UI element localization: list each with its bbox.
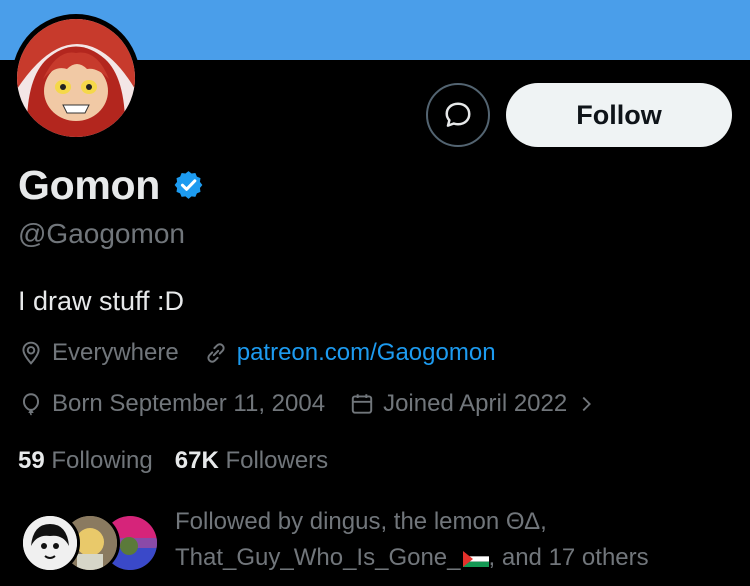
location-text: Everywhere: [52, 339, 179, 366]
calendar-icon: [351, 394, 373, 414]
display-name: Gomon: [18, 162, 160, 208]
followed-by-text[interactable]: Followed by dingus, the lemon ΘΔ, That_G…: [175, 504, 649, 576]
verified-badge-icon[interactable]: [172, 169, 205, 202]
chevron-right-icon[interactable]: [575, 393, 597, 415]
profile-stats: 59 Following 67K Followers: [18, 447, 328, 475]
follow-button[interactable]: Follow: [506, 83, 732, 147]
followers-count: 67K: [174, 447, 219, 474]
followers-stat[interactable]: 67K Followers: [175, 447, 328, 475]
profile-handle: @Gaogomon: [18, 218, 185, 249]
follower-avatar-image: [23, 516, 77, 570]
followed-by-name: That_Guy_Who_Is_Gone_: [175, 544, 461, 571]
balloon-icon: [22, 393, 40, 416]
followers-label: Followers: [225, 447, 329, 474]
website-link[interactable]: patreon.com/Gaogomon: [237, 339, 496, 367]
following-stat[interactable]: 59 Following: [18, 447, 153, 475]
name-row: Gomon: [18, 162, 205, 209]
birthday-text: Born September 11, 2004: [52, 390, 326, 417]
location-pin-icon: [22, 341, 40, 365]
location-item: Everywhere: [18, 339, 179, 367]
profile-meta-row-2: Born September 11, 2004 Joined April 202…: [18, 390, 621, 418]
avatar-image: [17, 19, 135, 137]
joined-item[interactable]: Joined April 2022: [349, 390, 597, 418]
following-count: 59: [18, 447, 45, 474]
followed-by-avatars[interactable]: [20, 513, 160, 573]
followed-by-suffix: , and 17 others: [488, 544, 649, 571]
following-label: Following: [51, 447, 153, 474]
message-icon: [445, 102, 471, 127]
birthday-item: Born September 11, 2004: [18, 390, 325, 418]
profile-meta-row-1: Everywhere patreon.com/Gaogomon: [18, 339, 520, 367]
profile-bio: I draw stuff :D: [18, 286, 185, 316]
follower-avatar[interactable]: [20, 513, 80, 573]
joined-text: Joined April 2022: [383, 390, 568, 417]
website-item[interactable]: patreon.com/Gaogomon: [203, 339, 496, 367]
palestine-flag-icon: [462, 550, 489, 567]
profile-avatar[interactable]: [12, 14, 140, 142]
message-button[interactable]: [426, 83, 490, 147]
followed-by-line-2: That_Guy_Who_Is_Gone_ , and 17 others: [175, 540, 649, 576]
followed-by-line-1: Followed by dingus, the lemon ΘΔ,: [175, 508, 547, 535]
link-icon: [207, 343, 225, 363]
